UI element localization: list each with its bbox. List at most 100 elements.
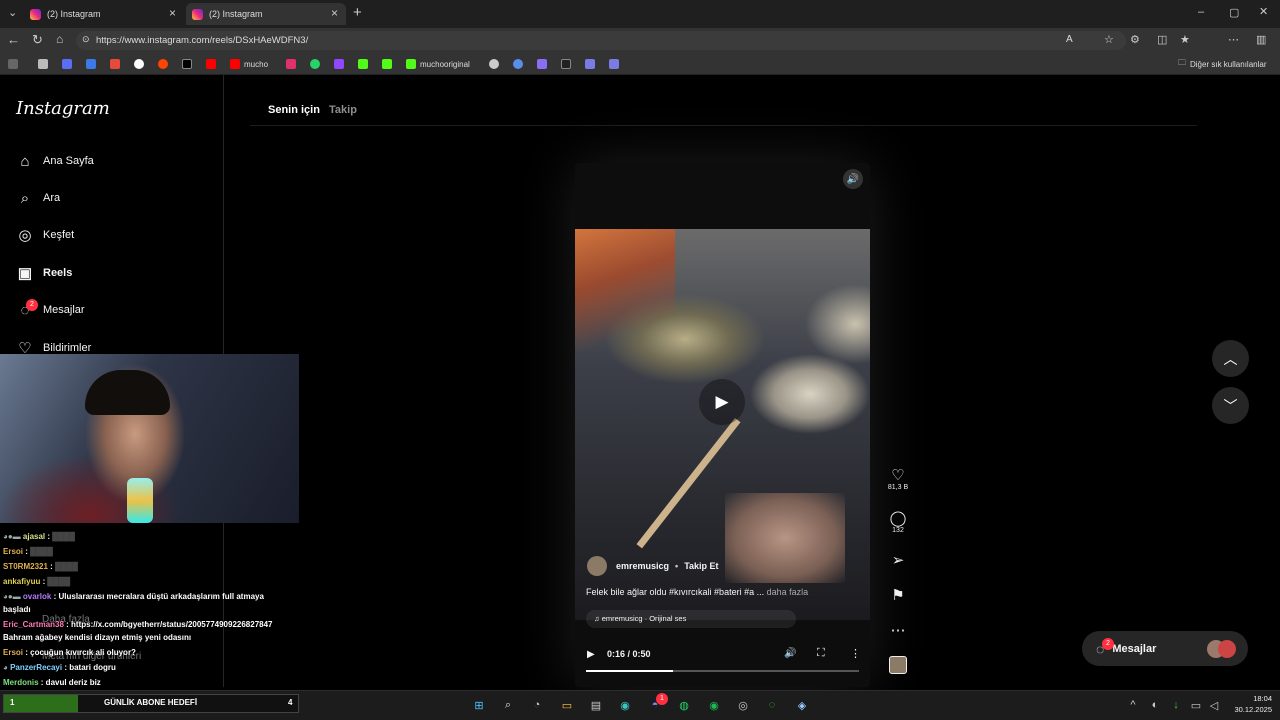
favorite-star-icon[interactable]: ☆ bbox=[1104, 33, 1114, 46]
more-action[interactable]: ⋯ bbox=[883, 621, 913, 639]
more-options-icon[interactable]: ⋮ bbox=[850, 647, 861, 660]
share-action[interactable]: ➢ bbox=[883, 551, 913, 569]
volume-icon[interactable]: 🔊 bbox=[784, 648, 796, 659]
author-username[interactable]: emremusicg bbox=[616, 561, 669, 571]
fullscreen-icon[interactable]: ⛶ bbox=[817, 647, 825, 660]
bookmark-mucho[interactable]: mucho bbox=[230, 57, 268, 71]
favorites-icon[interactable]: ★ bbox=[1180, 33, 1190, 46]
obs-icon[interactable]: ◎ bbox=[734, 697, 752, 713]
follow-button[interactable]: Takip Et bbox=[684, 561, 718, 571]
instagram-logo[interactable]: Instagram bbox=[16, 98, 110, 119]
comment-action[interactable]: ◯ 132 bbox=[883, 509, 913, 534]
browser-tab-strip: ⌄ (2) Instagram × (2) Instagram × + – ▢ … bbox=[0, 0, 1280, 28]
speaker-icon[interactable]: ◁ bbox=[1205, 697, 1223, 713]
sidebar-item-search[interactable]: ⌕ Ara bbox=[16, 188, 60, 208]
play-overlay-icon[interactable]: ▶ bbox=[699, 379, 745, 425]
play-icon[interactable]: ▶ bbox=[587, 649, 595, 660]
network-icon[interactable]: ▭ bbox=[1187, 697, 1205, 713]
clock[interactable]: 18:04 30.12.2025 bbox=[1222, 693, 1272, 715]
browser-tab[interactable]: (2) Instagram × bbox=[24, 3, 184, 25]
tab-list-icon[interactable]: ⌄ bbox=[8, 6, 17, 19]
read-aloud-icon[interactable]: A bbox=[1066, 34, 1073, 45]
comment-icon[interactable]: ◯ bbox=[883, 509, 913, 527]
file-explorer-icon[interactable]: ▭ bbox=[558, 697, 576, 713]
close-window-icon[interactable]: ✕ bbox=[1259, 5, 1268, 18]
tray-chevron-icon[interactable]: ^ bbox=[1124, 697, 1142, 713]
more-icon[interactable]: ⋯ bbox=[883, 621, 913, 639]
windows-start-icon[interactable]: ⊞ bbox=[470, 697, 488, 713]
minimize-icon[interactable]: – bbox=[1198, 6, 1204, 18]
reel-author: emremusicg • Takip Et bbox=[587, 556, 719, 576]
bookmark-icon[interactable] bbox=[86, 57, 96, 71]
reload-icon[interactable]: ↻ bbox=[32, 32, 43, 48]
sidebar-item-reels[interactable]: ▣ Reels bbox=[16, 263, 72, 283]
audio-thumbnail[interactable] bbox=[889, 656, 907, 674]
extensions-icon[interactable]: ⚙ bbox=[1130, 33, 1140, 46]
bookmark-icon[interactable] bbox=[537, 57, 547, 71]
bookmark-icon[interactable] bbox=[62, 57, 72, 71]
video-background-cloth bbox=[575, 229, 675, 349]
save-action[interactable]: ⚑ bbox=[883, 586, 913, 604]
bookmark-muchooriginal[interactable]: muchooriginal bbox=[406, 57, 470, 71]
gmail-icon[interactable] bbox=[110, 57, 120, 71]
instagram-favicon-icon bbox=[192, 8, 203, 20]
more-menu-icon[interactable]: ⋯ bbox=[1228, 33, 1239, 46]
progress-bar[interactable] bbox=[586, 670, 859, 672]
bookmark-icon[interactable] bbox=[489, 57, 499, 71]
search-taskbar-icon[interactable]: ⌕ bbox=[499, 697, 517, 713]
heart-icon[interactable]: ♡ bbox=[883, 466, 913, 484]
whatsapp-icon[interactable] bbox=[310, 57, 320, 71]
google-icon[interactable] bbox=[134, 57, 144, 71]
url-field[interactable]: ⊙ https://www.instagram.com/reels/DSxHAe… bbox=[76, 31, 1126, 50]
sound-toggle-icon[interactable]: 🔊 bbox=[843, 169, 863, 189]
tab-for-you[interactable]: Senin için bbox=[268, 104, 320, 116]
back-icon[interactable]: ← bbox=[7, 32, 20, 47]
app-icon[interactable]: ◌ bbox=[763, 697, 781, 713]
store-icon[interactable]: ▤ bbox=[587, 697, 605, 713]
new-tab-icon[interactable]: + bbox=[353, 4, 362, 21]
bookmark-icon[interactable] bbox=[561, 57, 571, 71]
edge-icon[interactable]: ◉ bbox=[616, 697, 634, 713]
bookmark-icon[interactable] bbox=[585, 57, 595, 71]
close-tab-icon[interactable]: × bbox=[169, 6, 176, 20]
bookmark-icon[interactable] bbox=[609, 57, 619, 71]
bookmark-icon[interactable] bbox=[513, 57, 523, 71]
like-action[interactable]: ♡ 81,3 B bbox=[883, 466, 913, 491]
tray-app-icon[interactable]: ◐ bbox=[1146, 697, 1164, 713]
sidebar-item-home[interactable]: ⌂ Ana Sayfa bbox=[16, 151, 93, 171]
app-icon[interactable]: ◈ bbox=[793, 697, 811, 713]
close-tab-icon[interactable]: × bbox=[331, 6, 338, 20]
site-info-icon[interactable]: ⊙ bbox=[82, 34, 90, 45]
steam-icon[interactable]: ◔ bbox=[528, 697, 546, 713]
split-screen-icon[interactable]: ◫ bbox=[1157, 33, 1167, 46]
browser-tab-active[interactable]: (2) Instagram × bbox=[186, 3, 346, 25]
bookmark-apps-icon[interactable] bbox=[8, 57, 18, 71]
twitch-icon[interactable] bbox=[334, 57, 344, 71]
next-reel-button[interactable]: ﹀ bbox=[1212, 387, 1249, 424]
other-bookmarks[interactable]: 🗀 Diğer sık kullanılanlar bbox=[1178, 57, 1266, 71]
author-avatar[interactable] bbox=[587, 556, 607, 576]
bookmark-icon[interactable] bbox=[38, 57, 48, 71]
instagram-icon[interactable] bbox=[286, 57, 296, 71]
chat-line: başladı bbox=[3, 605, 31, 614]
sidebar-item-explore[interactable]: ◎ Keşfet bbox=[16, 225, 74, 245]
reel-card[interactable]: 🔊 ▶ emremusicg • Takip Et Felek bile ağl… bbox=[575, 163, 870, 687]
x-icon[interactable] bbox=[182, 57, 192, 71]
previous-reel-button[interactable]: ︿ bbox=[1212, 340, 1249, 377]
youtube-icon[interactable] bbox=[206, 57, 216, 71]
sidebar-toggle-icon[interactable]: ▥ bbox=[1256, 33, 1266, 46]
tray-nvidia-icon[interactable]: ↓ bbox=[1167, 697, 1185, 713]
maximize-icon[interactable]: ▢ bbox=[1229, 6, 1239, 19]
bookmark-icon[interactable]: ⚑ bbox=[883, 586, 913, 604]
reddit-icon[interactable] bbox=[158, 57, 168, 71]
kick-icon[interactable] bbox=[382, 57, 392, 71]
tab-following[interactable]: Takip bbox=[329, 104, 357, 116]
send-icon[interactable]: ➢ bbox=[883, 551, 913, 569]
whatsapp-taskbar-icon[interactable]: ◍ bbox=[675, 697, 693, 713]
audio-chip[interactable]: ♫ emremusicg · Orijinal ses bbox=[586, 610, 796, 628]
caption-more-link[interactable]: daha fazla bbox=[767, 587, 809, 597]
address-bar-row: ← ↻ ⌂ ⊙ https://www.instagram.com/reels/… bbox=[0, 28, 1280, 75]
spotify-icon[interactable]: ◉ bbox=[705, 697, 723, 713]
bookmark-icon[interactable] bbox=[358, 57, 368, 71]
home-browser-icon[interactable]: ⌂ bbox=[56, 32, 63, 46]
